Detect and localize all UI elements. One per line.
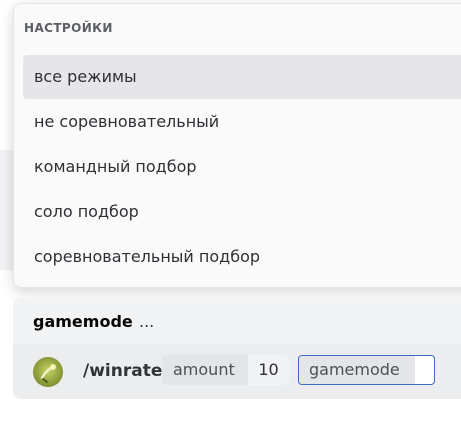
message-composer[interactable]: /winrate amount 10 gamemode	[13, 344, 461, 399]
option-solo-queue[interactable]: соло подбор	[23, 190, 461, 234]
user-avatar-icon	[33, 357, 63, 387]
arg-amount-label: amount	[173, 360, 235, 379]
command-arg-amount[interactable]: amount 10	[162, 355, 289, 385]
arg-amount-value[interactable]: 10	[248, 355, 289, 385]
option-all-modes[interactable]: все режимы	[23, 55, 461, 99]
autocomplete-popup: НАСТРОЙКИ все режимы не соревновательный…	[13, 3, 461, 288]
slash-command-name[interactable]: /winrate	[83, 361, 162, 381]
popup-title: НАСТРОЙКИ	[24, 21, 113, 35]
option-competitive-queue[interactable]: соревновательный подбор	[23, 235, 461, 279]
command-arg-gamemode[interactable]: gamemode	[298, 355, 435, 385]
option-hint-name: gamemode	[33, 312, 133, 331]
option-non-competitive[interactable]: не соревновательный	[23, 100, 461, 144]
background-chat-area	[0, 150, 14, 270]
background-message-fragment	[150, 0, 400, 2]
option-hint-bar: gamemode ...	[13, 298, 461, 344]
option-team-queue[interactable]: командный подбор	[23, 145, 461, 189]
discord-command-ui: НАСТРОЙКИ все режимы не соревновательный…	[0, 0, 461, 429]
option-hint-ellipsis: ...	[139, 312, 155, 331]
arg-gamemode-label: gamemode	[309, 360, 400, 379]
